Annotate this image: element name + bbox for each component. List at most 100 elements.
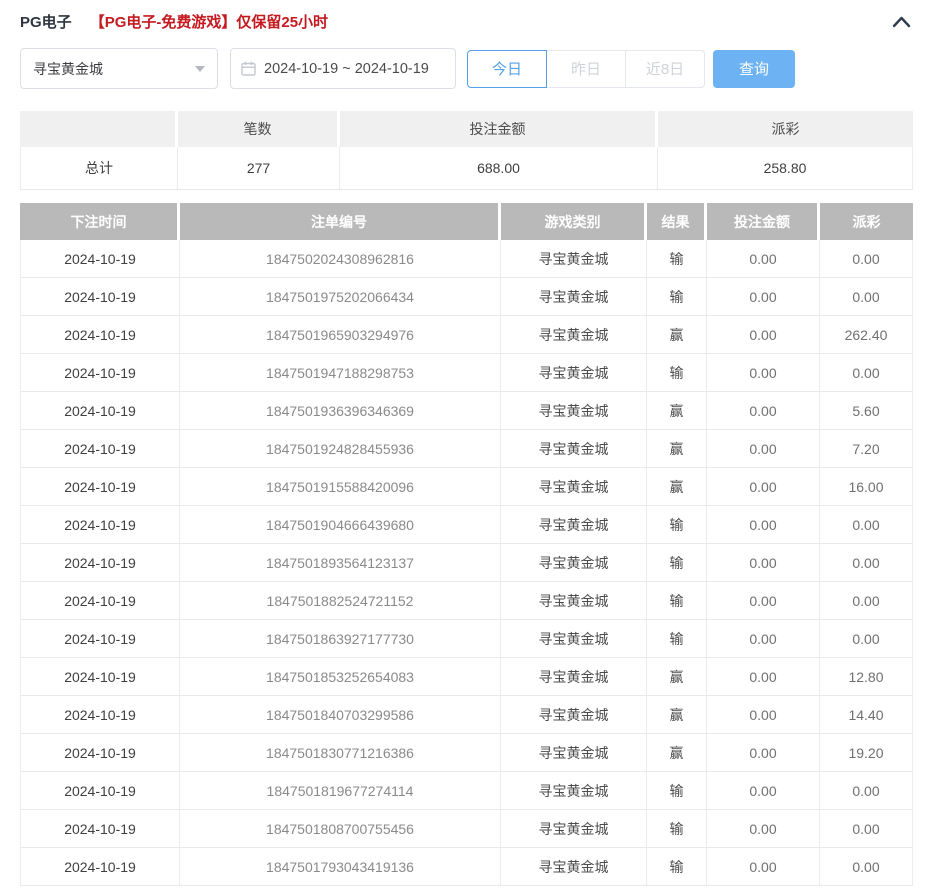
cell-payout: 14.40 [820, 696, 913, 734]
summary-total-bet-amount: 688.00 [340, 147, 658, 190]
table-row: 2024-10-191847501904666439680寻宝黄金城输0.000… [20, 506, 913, 544]
game-select-value: 寻宝黄金城 [33, 59, 103, 79]
quick-filter-yesterday[interactable]: 昨日 [546, 50, 626, 88]
table-row: 2024-10-191847501840703299586寻宝黄金城赢0.001… [20, 696, 913, 734]
cell-bet-amount: 0.00 [707, 468, 820, 506]
cell-game-type: 寻宝黄金城 [501, 696, 647, 734]
cell-game-type: 寻宝黄金城 [501, 658, 647, 696]
cell-bet-amount: 0.00 [707, 810, 820, 848]
cell-order-id: 1847501915588420096 [180, 468, 501, 506]
summary-total-count: 277 [178, 147, 340, 190]
cell-bet-time: 2024-10-19 [20, 734, 180, 772]
summary-header-row: 笔数 投注金额 派彩 [20, 111, 913, 147]
table-row: 2024-10-191847501882524721152寻宝黄金城输0.000… [20, 582, 913, 620]
cell-bet-amount: 0.00 [707, 848, 820, 886]
cell-result: 赢 [647, 316, 707, 354]
cell-payout: 262.40 [820, 316, 913, 354]
chevron-up-icon [892, 15, 911, 28]
cell-bet-time: 2024-10-19 [20, 354, 180, 392]
cell-bet-amount: 0.00 [707, 278, 820, 316]
cell-bet-time: 2024-10-19 [20, 468, 180, 506]
cell-bet-amount: 0.00 [707, 316, 820, 354]
cell-bet-amount: 0.00 [707, 734, 820, 772]
cell-bet-amount: 0.00 [707, 544, 820, 582]
cell-payout: 0.00 [820, 240, 913, 278]
cell-payout: 0.00 [820, 354, 913, 392]
report-panel: PG电子 【PG电子-免费游戏】仅保留25小时 寻宝黄金城 [20, 0, 913, 886]
collapse-button[interactable] [890, 11, 913, 32]
cell-order-id: 1847501965903294976 [180, 316, 501, 354]
table-row: 2024-10-191847501936396346369寻宝黄金城赢0.005… [20, 392, 913, 430]
header-order-id: 注单编号 [180, 203, 501, 240]
cell-game-type: 寻宝黄金城 [501, 772, 647, 810]
header-game-type: 游戏类别 [501, 203, 647, 240]
header-bet-time: 下注时间 [20, 203, 180, 240]
header-result: 结果 [647, 203, 707, 240]
cell-bet-time: 2024-10-19 [20, 582, 180, 620]
cell-bet-amount: 0.00 [707, 620, 820, 658]
summary-header-bet-amount: 投注金额 [340, 111, 658, 147]
cell-bet-time: 2024-10-19 [20, 278, 180, 316]
cell-bet-time: 2024-10-19 [20, 772, 180, 810]
table-row: 2024-10-191847501893564123137寻宝黄金城输0.000… [20, 544, 913, 582]
table-row: 2024-10-191847501924828455936寻宝黄金城赢0.007… [20, 430, 913, 468]
cell-payout: 0.00 [820, 544, 913, 582]
cell-result: 输 [647, 810, 707, 848]
table-row: 2024-10-191847501965903294976寻宝黄金城赢0.002… [20, 316, 913, 354]
cell-order-id: 1847501808700755456 [180, 810, 501, 848]
cell-bet-amount: 0.00 [707, 582, 820, 620]
summary-total-row: 总计 277 688.00 258.80 [20, 147, 913, 190]
cell-game-type: 寻宝黄金城 [501, 734, 647, 772]
filter-bar: 寻宝黄金城 2024-10-19 ~ 2024-10-19 今日 昨日 近8日 … [20, 48, 913, 89]
cell-game-type: 寻宝黄金城 [501, 430, 647, 468]
table-row: 2024-10-191847501915588420096寻宝黄金城赢0.001… [20, 468, 913, 506]
cell-result: 赢 [647, 696, 707, 734]
cell-order-id: 1847501904666439680 [180, 506, 501, 544]
cell-payout: 7.20 [820, 430, 913, 468]
cell-payout: 0.00 [820, 582, 913, 620]
cell-result: 赢 [647, 734, 707, 772]
table-row: 2024-10-191847501793043419136寻宝黄金城输0.000… [20, 848, 913, 886]
summary-table: 笔数 投注金额 派彩 总计 277 688.00 258.80 [20, 111, 913, 190]
cell-bet-time: 2024-10-19 [20, 316, 180, 354]
cell-bet-time: 2024-10-19 [20, 810, 180, 848]
quick-filter-last8days[interactable]: 近8日 [625, 50, 705, 88]
game-select[interactable]: 寻宝黄金城 [20, 48, 218, 89]
cell-bet-amount: 0.00 [707, 392, 820, 430]
cell-game-type: 寻宝黄金城 [501, 848, 647, 886]
cell-bet-amount: 0.00 [707, 506, 820, 544]
date-range-input[interactable]: 2024-10-19 ~ 2024-10-19 [230, 48, 456, 89]
table-row: 2024-10-191847502024308962816寻宝黄金城输0.000… [20, 240, 913, 278]
cell-result: 赢 [647, 658, 707, 696]
cell-result: 输 [647, 848, 707, 886]
cell-bet-time: 2024-10-19 [20, 240, 180, 278]
cell-result: 赢 [647, 430, 707, 468]
search-button[interactable]: 查询 [713, 50, 795, 88]
cell-order-id: 1847501882524721152 [180, 582, 501, 620]
cell-order-id: 1847501840703299586 [180, 696, 501, 734]
cell-result: 输 [647, 278, 707, 316]
titlebar: PG电子 【PG电子-免费游戏】仅保留25小时 [20, 0, 913, 32]
cell-game-type: 寻宝黄金城 [501, 278, 647, 316]
cell-bet-time: 2024-10-19 [20, 658, 180, 696]
cell-result: 输 [647, 354, 707, 392]
date-range-value: 2024-10-19 ~ 2024-10-19 [264, 61, 429, 77]
cell-game-type: 寻宝黄金城 [501, 316, 647, 354]
quick-filter-group: 今日 昨日 近8日 [467, 50, 705, 88]
cell-result: 输 [647, 620, 707, 658]
cell-payout: 5.60 [820, 392, 913, 430]
cell-payout: 0.00 [820, 848, 913, 886]
cell-bet-amount: 0.00 [707, 430, 820, 468]
table-row: 2024-10-191847501830771216386寻宝黄金城赢0.001… [20, 734, 913, 772]
quick-filter-today[interactable]: 今日 [467, 50, 547, 88]
cell-payout: 19.20 [820, 734, 913, 772]
cell-result: 赢 [647, 468, 707, 506]
cell-order-id: 1847501936396346369 [180, 392, 501, 430]
table-row: 2024-10-191847501863927177730寻宝黄金城输0.000… [20, 620, 913, 658]
cell-bet-time: 2024-10-19 [20, 848, 180, 886]
cell-order-id: 1847501830771216386 [180, 734, 501, 772]
cell-game-type: 寻宝黄金城 [501, 810, 647, 848]
cell-bet-time: 2024-10-19 [20, 696, 180, 734]
cell-result: 赢 [647, 392, 707, 430]
header-bet-amount: 投注金额 [707, 203, 820, 240]
